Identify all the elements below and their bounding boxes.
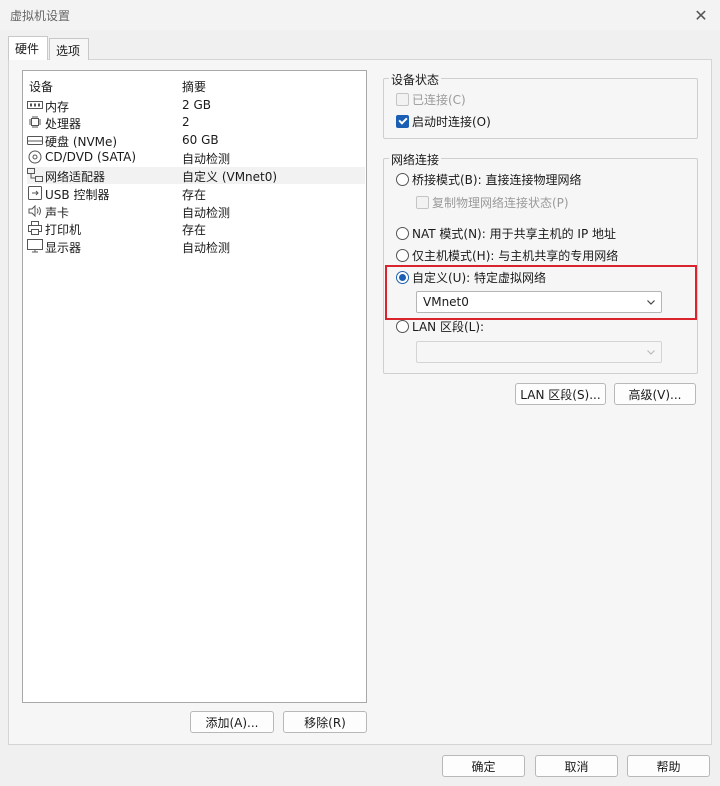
usb-icon bbox=[27, 186, 43, 200]
connected-checkbox[interactable]: 已连接(C) bbox=[396, 90, 466, 108]
tab-options-label: 选项 bbox=[56, 44, 81, 58]
custom-radio[interactable]: 自定义(U): 特定虚拟网络 bbox=[396, 268, 546, 286]
device-row-display[interactable]: 显示器 自动检测 bbox=[27, 238, 365, 255]
device-name: 显示器 bbox=[45, 241, 82, 255]
memory-icon bbox=[27, 98, 43, 112]
lan-segment-select[interactable] bbox=[416, 341, 662, 363]
cpu-icon bbox=[27, 115, 43, 129]
column-header-device[interactable]: 设备 bbox=[29, 78, 53, 95]
list-header: 设备 摘要 bbox=[29, 78, 359, 96]
chevron-down-icon bbox=[647, 300, 655, 305]
column-header-summary[interactable]: 摘要 bbox=[182, 78, 206, 95]
device-row-usb[interactable]: USB 控制器 存在 bbox=[27, 185, 365, 202]
nat-label: NAT 模式(N): 用于共享主机的 IP 地址 bbox=[412, 226, 617, 241]
lan-segments-button[interactable]: LAN 区段(S)... bbox=[515, 383, 606, 405]
title-bar: 虚拟机设置 ✕ bbox=[0, 0, 720, 30]
window-title: 虚拟机设置 bbox=[10, 9, 71, 23]
replicate-state-label: 复制物理网络连接状态(P) bbox=[432, 195, 569, 210]
disk-icon bbox=[27, 133, 43, 147]
device-row-cd[interactable]: CD/DVD (SATA) 自动检测 bbox=[27, 149, 365, 166]
network-icon bbox=[27, 168, 43, 182]
ok-button[interactable]: 确定 bbox=[442, 755, 525, 777]
device-name: USB 控制器 bbox=[45, 188, 110, 202]
device-summary: 自动检测 bbox=[182, 241, 231, 255]
device-summary: 存在 bbox=[182, 188, 207, 202]
device-row-memory[interactable]: 内存 2 GB bbox=[27, 97, 365, 114]
radio-circle bbox=[396, 319, 409, 333]
remove-button[interactable]: 移除(R) bbox=[283, 711, 367, 733]
custom-network-value: VMnet0 bbox=[423, 295, 469, 309]
printer-icon bbox=[27, 221, 43, 235]
host-only-radio[interactable]: 仅主机模式(H): 与主机共享的专用网络 bbox=[396, 246, 618, 264]
device-row-sound[interactable]: 声卡 自动检测 bbox=[27, 203, 365, 220]
nat-radio[interactable]: NAT 模式(N): 用于共享主机的 IP 地址 bbox=[396, 224, 616, 242]
close-icon[interactable]: ✕ bbox=[690, 4, 712, 26]
tab-hardware-label: 硬件 bbox=[15, 42, 40, 56]
add-button[interactable]: 添加(A)... bbox=[190, 711, 274, 733]
tab-hardware[interactable]: 硬件 bbox=[8, 36, 48, 60]
help-button[interactable]: 帮助 bbox=[627, 755, 710, 777]
replicate-state-checkbox[interactable]: 复制物理网络连接状态(P) bbox=[416, 193, 569, 211]
connect-at-power-on-label: 启动时连接(O) bbox=[412, 114, 491, 129]
radio-circle bbox=[396, 172, 409, 186]
device-summary: 自动检测 bbox=[182, 152, 231, 166]
lan-segment-label: LAN 区段(L): bbox=[412, 319, 485, 334]
cancel-button[interactable]: 取消 bbox=[535, 755, 618, 777]
device-name: 网络适配器 bbox=[45, 170, 106, 184]
device-name: 硬盘 (NVMe) bbox=[45, 135, 118, 149]
device-summary: 2 GB bbox=[182, 98, 211, 112]
device-row-network[interactable]: 网络适配器 自定义 (VMnet0) bbox=[27, 167, 365, 184]
connect-at-power-on-checkbox[interactable]: 启动时连接(O) bbox=[396, 112, 491, 130]
speaker-icon bbox=[27, 204, 43, 218]
bridged-radio[interactable]: 桥接模式(B): 直接连接物理网络 bbox=[396, 170, 581, 188]
device-name: CD/DVD (SATA) bbox=[45, 150, 137, 164]
device-summary: 自动检测 bbox=[182, 206, 231, 220]
device-list[interactable]: 设备 摘要 内存 2 GB 处理器 2 硬盘 (NVMe) 60 GB CD/D… bbox=[22, 70, 367, 703]
radio-circle bbox=[396, 226, 409, 240]
device-row-cpu[interactable]: 处理器 2 bbox=[27, 114, 365, 131]
device-summary: 60 GB bbox=[182, 133, 219, 147]
device-row-disk[interactable]: 硬盘 (NVMe) 60 GB bbox=[27, 132, 365, 149]
device-name: 内存 bbox=[45, 100, 70, 114]
radio-circle bbox=[396, 248, 409, 262]
checkbox-box bbox=[396, 92, 409, 106]
device-row-printer[interactable]: 打印机 存在 bbox=[27, 220, 365, 237]
network-connection-title: 网络连接 bbox=[389, 151, 442, 168]
custom-label: 自定义(U): 特定虚拟网络 bbox=[412, 270, 547, 285]
device-summary: 存在 bbox=[182, 223, 207, 237]
checkbox-box bbox=[396, 114, 409, 128]
cd-icon bbox=[27, 150, 43, 164]
connected-label: 已连接(C) bbox=[412, 92, 466, 107]
host-only-label: 仅主机模式(H): 与主机共享的专用网络 bbox=[412, 248, 619, 263]
device-status-title: 设备状态 bbox=[389, 71, 442, 88]
checkbox-box bbox=[416, 195, 429, 209]
lan-segment-radio[interactable]: LAN 区段(L): bbox=[396, 317, 484, 335]
device-name: 处理器 bbox=[45, 117, 82, 131]
device-name: 打印机 bbox=[45, 223, 82, 237]
radio-circle bbox=[396, 270, 409, 284]
tab-options[interactable]: 选项 bbox=[49, 38, 89, 60]
monitor-icon bbox=[27, 239, 43, 253]
custom-network-select[interactable]: VMnet0 bbox=[416, 291, 662, 313]
device-name: 声卡 bbox=[45, 206, 70, 220]
device-summary: 自定义 (VMnet0) bbox=[182, 170, 278, 184]
chevron-down-icon bbox=[647, 350, 655, 355]
advanced-button[interactable]: 高级(V)... bbox=[614, 383, 696, 405]
device-summary: 2 bbox=[182, 115, 190, 129]
bridged-label: 桥接模式(B): 直接连接物理网络 bbox=[412, 172, 582, 187]
